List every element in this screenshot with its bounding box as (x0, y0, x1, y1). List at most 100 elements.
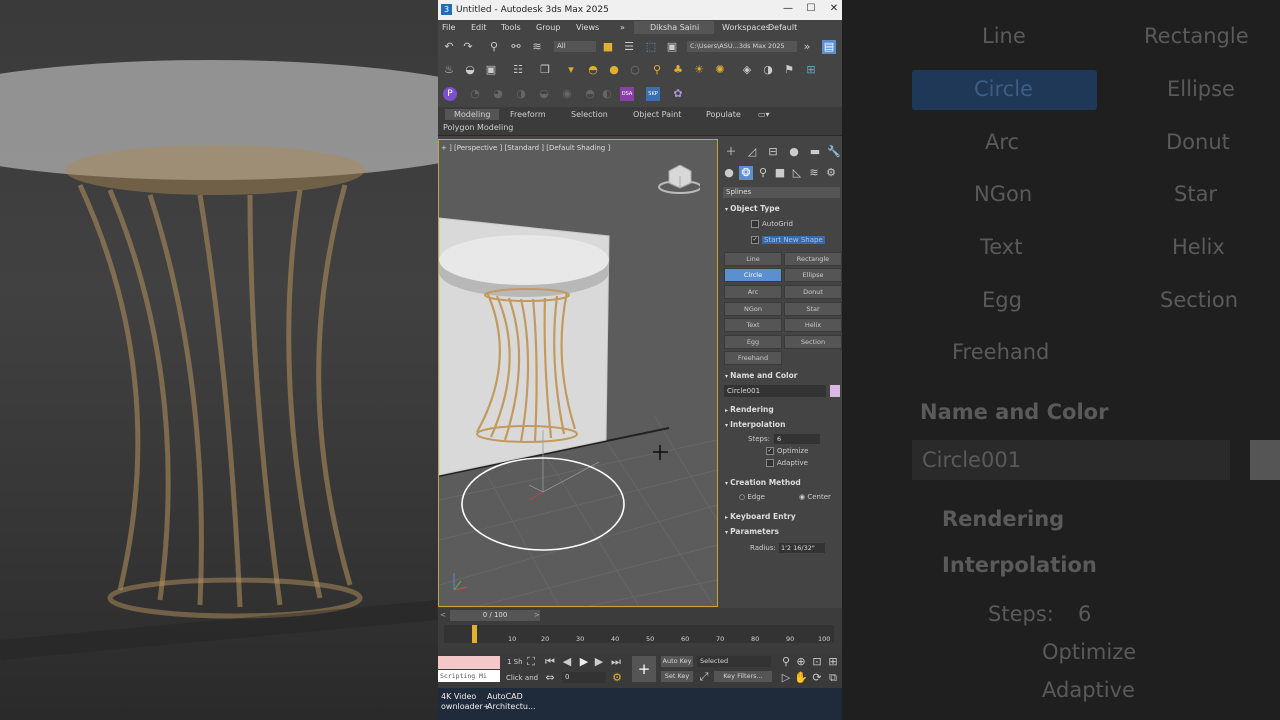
steps-spinner[interactable]: 6 (774, 434, 820, 444)
donut-button[interactable]: Donut (784, 285, 842, 299)
menu-overflow[interactable]: » (620, 23, 625, 32)
ribbon-tab-populate[interactable]: Populate (706, 110, 741, 119)
ribbon-tab-modeling[interactable]: Modeling (445, 109, 500, 120)
dsa-plugin-icon[interactable]: DSA (620, 87, 634, 101)
sky-light-icon[interactable]: ✺ (713, 63, 727, 77)
minimize-button[interactable]: — (778, 3, 798, 14)
project-path-dropdown[interactable]: C:\Users\ASU...3ds Max 2025 (687, 41, 797, 52)
unlink-icon[interactable]: ⚯ (509, 40, 523, 54)
ribbon-options-icon[interactable]: ▭▾ (758, 110, 770, 119)
optimize-checkbox[interactable]: ✓ Optimize (766, 447, 808, 455)
select-object-icon[interactable]: ■ (601, 40, 615, 54)
menu-group[interactable]: Group (536, 23, 560, 32)
link-icon[interactable]: ⚲ (487, 40, 501, 54)
light-target-icon[interactable]: ▾ (564, 63, 578, 77)
time-slider[interactable]: 0 / 100 (450, 610, 540, 621)
taskbar-4k-video-downloader[interactable]: 4K Video ownloader+ (441, 692, 490, 712)
sun-half-icon[interactable]: ◓ (586, 63, 600, 77)
adaptive-checkbox[interactable]: Adaptive (766, 459, 808, 467)
freehand-button[interactable]: Freehand (724, 351, 782, 365)
menu-views[interactable]: Views (576, 23, 599, 32)
maximize-button[interactable]: ☐ (801, 3, 821, 14)
set-key-big-button[interactable]: + (632, 656, 656, 682)
ribbon-sub-polygon-modeling[interactable]: Polygon Modeling (443, 123, 513, 132)
center-radio[interactable]: ◉ Center (799, 493, 831, 501)
rollout-object-type[interactable]: Object Type (725, 204, 780, 213)
section-button[interactable]: Section (784, 335, 842, 349)
rollout-rendering[interactable]: Rendering (725, 405, 774, 414)
zoom-extents-icon[interactable]: ⊡ (810, 655, 824, 669)
zoom-icon[interactable]: ⚲ (779, 655, 793, 669)
text-button[interactable]: Text (724, 318, 782, 332)
material-editor-icon[interactable]: ◒ (463, 63, 477, 77)
render-setup-icon[interactable]: ☷ (511, 63, 525, 77)
key-mode-icon[interactable]: ⤢ (697, 670, 711, 684)
absolute-mode-icon[interactable]: ⇔ (543, 671, 557, 685)
menu-file[interactable]: File (442, 23, 455, 32)
omni-light-icon[interactable]: ♣ (671, 63, 685, 77)
space-warps-category-icon[interactable]: ≋ (807, 166, 821, 180)
line-button[interactable]: Line (724, 252, 782, 266)
plugin-p-icon[interactable]: P (443, 87, 457, 101)
start-new-shape-checkbox[interactable]: ✓ Start New Shape (751, 236, 825, 244)
hierarchy-tab-icon[interactable]: ⊟ (766, 145, 780, 159)
scene-icon[interactable]: ⚑ (782, 63, 796, 77)
spot-light-icon[interactable]: ⚲ (650, 63, 664, 77)
skp-plugin-icon[interactable]: SKP (646, 87, 660, 101)
rectangle-button[interactable]: Rectangle (784, 252, 842, 266)
close-button[interactable]: ✕ (824, 3, 842, 14)
ngon-button[interactable]: NGon (724, 302, 782, 316)
menu-edit[interactable]: Edit (471, 23, 487, 32)
edge-radio[interactable]: ○ Edge (739, 493, 765, 501)
perspective-viewport[interactable]: + ] [Perspective ] [Standard ] [Default … (438, 139, 718, 607)
go-to-start-icon[interactable]: ⏮ (543, 655, 557, 669)
taskbar-autocad-architecture[interactable]: AutoCAD Architectu... (487, 692, 536, 712)
select-by-name-icon[interactable]: ☰ (622, 40, 636, 54)
rollout-interpolation[interactable]: Interpolation (725, 420, 785, 429)
modify-tab-icon[interactable]: ◿ (745, 145, 759, 159)
undo-icon[interactable]: ↶ (442, 40, 456, 54)
ellipse-button[interactable]: Ellipse (784, 268, 842, 282)
motion-tab-icon[interactable]: ● (787, 145, 801, 159)
time-marker[interactable] (472, 625, 477, 643)
circle-button[interactable]: Circle (724, 268, 782, 282)
cameras-category-icon[interactable]: ■ (773, 166, 787, 180)
object-name-field[interactable]: Circle001 (724, 385, 826, 397)
rollout-name-and-color[interactable]: Name and Color (725, 371, 797, 380)
ribbon-tab-selection[interactable]: Selection (571, 110, 608, 119)
ribbon-tab-freeform[interactable]: Freeform (510, 110, 546, 119)
create-tab-icon[interactable]: ＋ (724, 145, 738, 159)
utilities-tab-icon[interactable]: 🔧 (827, 145, 841, 159)
display-tab-icon[interactable]: ▬ (808, 145, 822, 159)
key-selection-dropdown[interactable]: Selected (697, 656, 771, 667)
egg-button[interactable]: Egg (724, 335, 782, 349)
autogrid-checkbox[interactable]: AutoGrid (751, 220, 793, 228)
viewcube[interactable] (656, 164, 702, 197)
rollout-creation-method[interactable]: Creation Method (725, 478, 801, 487)
maxscript-input[interactable]: Scripting Mi (438, 670, 500, 682)
key-filters-button[interactable]: Key Filters... (714, 671, 772, 682)
rollout-keyboard-entry[interactable]: Keyboard Entry (725, 512, 796, 521)
auto-key-button[interactable]: Auto Key (661, 656, 693, 667)
isolate-selection-icon[interactable]: ⛶ (524, 655, 538, 669)
sun-icon[interactable]: ☀ (692, 63, 706, 77)
viewport-settings-icon[interactable]: ⊞ (804, 63, 818, 77)
cube-icon[interactable]: ◈ (740, 63, 754, 77)
time-slider-next[interactable]: > (534, 611, 540, 619)
field-of-view-icon[interactable]: ▷ (779, 671, 793, 685)
selection-filter-dropdown[interactable]: All (554, 41, 596, 52)
object-color-swatch[interactable] (830, 385, 840, 397)
set-key-button[interactable]: Set Key (661, 671, 693, 682)
save-icon[interactable]: ▤ (822, 40, 836, 54)
redo-icon[interactable]: ↷ (461, 40, 475, 54)
render-icon[interactable]: ❒ (538, 63, 552, 77)
teapot-icon[interactable]: ♨ (442, 63, 456, 77)
user-account[interactable]: Diksha Saini (634, 21, 714, 34)
sphere-light-icon[interactable]: ● (607, 63, 621, 77)
workspace-value[interactable]: Default (768, 23, 797, 32)
time-slider-prev[interactable]: < (440, 611, 446, 619)
ribbon-tab-object-paint[interactable]: Object Paint (633, 110, 681, 119)
helix-button[interactable]: Helix (784, 318, 842, 332)
systems-category-icon[interactable]: ⚙ (824, 166, 838, 180)
current-frame-field[interactable]: 0 (562, 672, 606, 683)
